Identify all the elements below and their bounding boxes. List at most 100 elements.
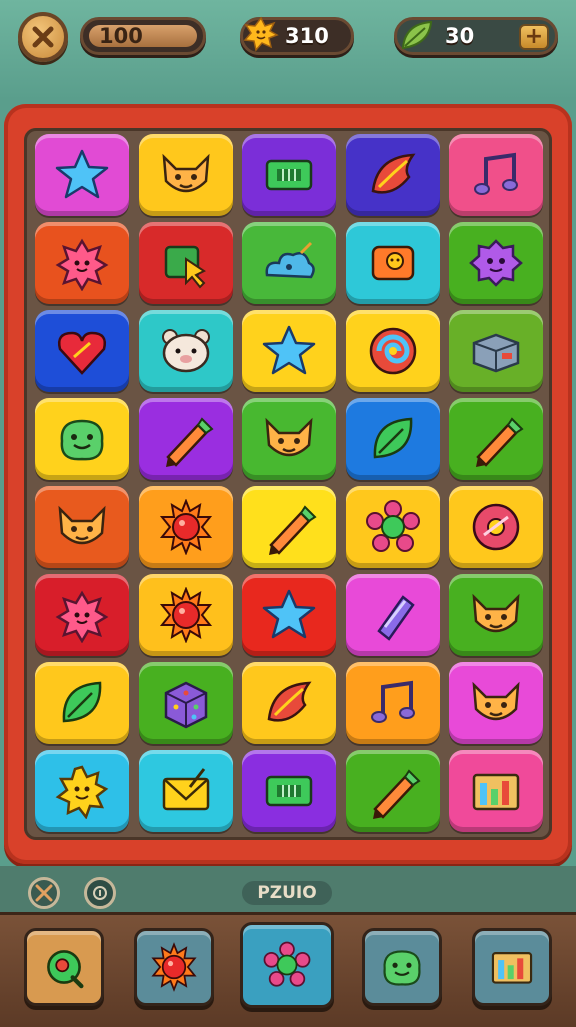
tile-r8-c3[interactable] xyxy=(242,750,336,832)
tile-r3-c5[interactable] xyxy=(449,310,543,392)
tools-button[interactable] xyxy=(28,877,60,909)
bars-icon xyxy=(491,952,533,984)
cursor-box-icon xyxy=(164,245,206,289)
tile-r3-c3[interactable] xyxy=(242,310,336,392)
tile-r7-c2[interactable] xyxy=(138,662,233,744)
powerup-button-3[interactable] xyxy=(240,922,334,1008)
powerup-button-2[interactable] xyxy=(134,928,214,1006)
close-icon xyxy=(32,26,54,48)
tile-r7-c5[interactable] xyxy=(449,662,543,744)
cat-face-icon xyxy=(58,505,106,545)
tile-r6-c4[interactable] xyxy=(345,574,440,656)
star-icon xyxy=(262,325,316,375)
swirl-leaf-icon xyxy=(371,153,416,194)
leaves-value: 30 xyxy=(445,24,475,48)
flower-face-icon xyxy=(55,238,109,291)
crystal-icon xyxy=(376,595,415,641)
game-board xyxy=(24,128,552,840)
box-icon xyxy=(472,333,520,373)
tile-r2-c4[interactable] xyxy=(345,222,440,304)
mode-label: PZUIO xyxy=(242,881,332,905)
tile-r2-c1[interactable] xyxy=(35,222,129,304)
ticket-icon xyxy=(265,159,313,191)
envelope-icon xyxy=(162,768,209,811)
powerup-button-5[interactable] xyxy=(472,928,552,1006)
pencil-icon xyxy=(476,417,524,467)
tile-r3-c2[interactable] xyxy=(138,310,233,392)
tile-r7-c3[interactable] xyxy=(242,662,336,744)
tile-r1-c2[interactable] xyxy=(138,134,233,216)
tile-r6-c5[interactable] xyxy=(449,574,543,656)
tile-r7-c4[interactable] xyxy=(345,662,440,744)
tile-r3-c1[interactable] xyxy=(35,310,129,392)
coins-counter: 100 xyxy=(80,17,206,55)
tile-r5-c4[interactable] xyxy=(345,486,440,568)
leaf-ring-icon xyxy=(47,950,84,989)
tile-r8-c2[interactable] xyxy=(138,750,233,832)
star-icon xyxy=(262,589,316,639)
ticket-icon xyxy=(265,775,313,807)
flower-face-icon xyxy=(55,590,109,643)
tile-r5-c5[interactable] xyxy=(449,486,543,568)
cube-face-icon xyxy=(371,245,414,281)
tools-icon xyxy=(35,884,53,902)
plus-icon: + xyxy=(524,24,544,49)
dice-icon xyxy=(164,681,207,729)
powerup-button-1[interactable] xyxy=(24,928,104,1006)
cat-face-icon xyxy=(472,681,520,721)
tile-r1-c3[interactable] xyxy=(242,134,336,216)
tile-r4-c2[interactable] xyxy=(138,398,233,480)
cat-face-icon xyxy=(265,417,313,457)
leaf-icon xyxy=(62,681,102,723)
sun-ball-icon xyxy=(151,942,197,992)
info-button[interactable] xyxy=(84,877,116,909)
close-button[interactable] xyxy=(18,12,68,62)
pencil-icon xyxy=(372,769,421,819)
powerup-button-4[interactable] xyxy=(362,928,442,1006)
stars-value: 310 xyxy=(285,24,329,48)
sun-ball-icon xyxy=(159,499,212,555)
pencil-icon xyxy=(165,417,214,467)
tile-r4-c3[interactable] xyxy=(242,398,336,480)
flower-icon xyxy=(263,941,311,987)
swirl-leaf-icon xyxy=(267,681,312,722)
spiral-icon xyxy=(369,327,416,375)
tile-r3-c4[interactable] xyxy=(345,310,440,392)
sun-icon xyxy=(243,16,279,52)
tile-r8-c5[interactable] xyxy=(449,750,543,832)
tile-r6-c3[interactable] xyxy=(242,574,336,656)
tile-r4-c4[interactable] xyxy=(345,398,440,480)
tile-r4-c5[interactable] xyxy=(449,398,543,480)
sun-face-icon xyxy=(55,765,109,819)
sun-ball-icon xyxy=(159,587,212,643)
tile-r6-c2[interactable] xyxy=(138,574,233,656)
tile-r8-c4[interactable] xyxy=(345,750,440,832)
tile-r7-c1[interactable] xyxy=(35,662,129,744)
tile-r2-c3[interactable] xyxy=(242,222,336,304)
disc-icon xyxy=(472,503,520,551)
tile-r5-c3[interactable] xyxy=(242,486,336,568)
tile-r8-c1[interactable] xyxy=(35,750,129,832)
gear-blob-icon xyxy=(469,239,523,287)
tile-r1-c5[interactable] xyxy=(449,134,543,216)
blob-face-icon xyxy=(60,419,104,461)
tile-r1-c4[interactable] xyxy=(345,134,440,216)
tile-r2-c2[interactable] xyxy=(138,222,233,304)
tile-r1-c1[interactable] xyxy=(35,134,129,216)
add-leaves-button[interactable]: + xyxy=(519,24,549,50)
coins-value: 100 xyxy=(99,24,143,48)
stars-counter: 310 xyxy=(240,16,354,55)
leaf-icon xyxy=(373,417,412,459)
tile-r2-c5[interactable] xyxy=(449,222,543,304)
tile-r5-c1[interactable] xyxy=(35,486,129,568)
star-icon xyxy=(55,149,109,199)
pencil-icon xyxy=(269,505,317,555)
flower-icon xyxy=(365,500,420,552)
cat-face-icon xyxy=(161,153,210,193)
info-icon xyxy=(93,886,107,900)
tile-r6-c1[interactable] xyxy=(35,574,129,656)
tile-r5-c2[interactable] xyxy=(138,486,233,568)
tile-r4-c1[interactable] xyxy=(35,398,129,480)
leaf-icon xyxy=(401,20,433,50)
music-note-icon xyxy=(474,152,518,195)
